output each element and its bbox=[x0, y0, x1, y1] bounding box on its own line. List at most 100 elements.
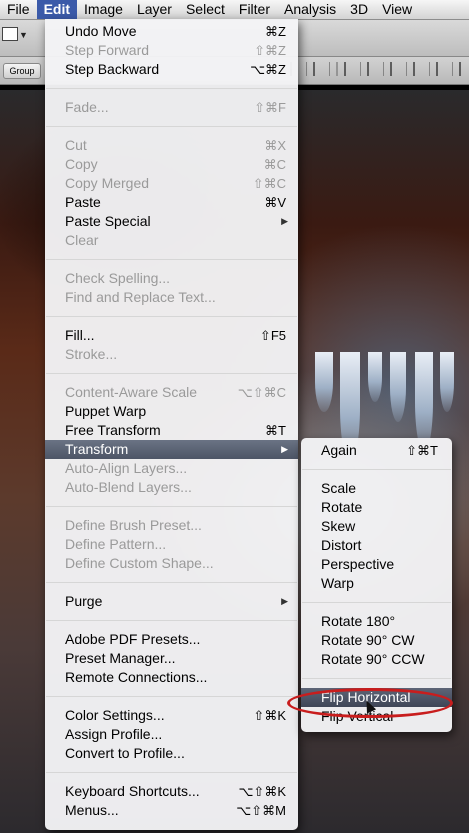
submenu-item-perspective[interactable]: Perspective bbox=[301, 555, 452, 574]
menu-item-label: Puppet Warp bbox=[65, 403, 147, 419]
align-vcenter-icon[interactable] bbox=[313, 62, 330, 76]
menu-item-label: Check Spelling... bbox=[65, 270, 171, 286]
icicle bbox=[415, 352, 433, 452]
shortcut: ⌥⇧⌘C bbox=[237, 385, 286, 400]
menu-item-color-settings[interactable]: Color Settings... ⇧⌘K bbox=[45, 706, 298, 725]
menu-separator bbox=[46, 582, 297, 583]
menu-separator bbox=[302, 469, 451, 470]
menu-item-content-aware-scale: Content-Aware Scale ⌥⇧⌘C bbox=[45, 383, 298, 402]
icicle bbox=[390, 352, 406, 422]
menu-item-copy: Copy ⌘C bbox=[45, 155, 298, 174]
shortcut: ⌥⇧⌘K bbox=[238, 784, 286, 799]
menu-item-label: Auto-Align Layers... bbox=[65, 460, 188, 476]
menu-item-label: Clear bbox=[65, 232, 99, 248]
menu-item-label: Distort bbox=[321, 537, 362, 553]
menu-item-remote-connections[interactable]: Remote Connections... bbox=[45, 668, 298, 687]
menu-item-free-transform[interactable]: Free Transform ⌘T bbox=[45, 421, 298, 440]
menu-item-assign-profile[interactable]: Assign Profile... bbox=[45, 725, 298, 744]
menu-item-label: Define Brush Preset... bbox=[65, 517, 202, 533]
menu-image[interactable]: Image bbox=[77, 0, 130, 19]
menu-item-undo-move[interactable]: Undo Move ⌘Z bbox=[45, 22, 298, 41]
menu-item-label: Content-Aware Scale bbox=[65, 384, 198, 400]
menu-item-label: Rotate bbox=[321, 499, 363, 515]
menu-separator bbox=[46, 696, 297, 697]
distribute-bottom-icon[interactable] bbox=[390, 62, 407, 76]
distribute-right-icon[interactable] bbox=[459, 62, 469, 76]
menu-item-purge[interactable]: Purge ▶ bbox=[45, 592, 298, 611]
submenu-arrow-icon: ▶ bbox=[281, 216, 288, 226]
submenu-item-rotate-90-cw[interactable]: Rotate 90° CW bbox=[301, 631, 452, 650]
menu-item-auto-blend: Auto-Blend Layers... bbox=[45, 478, 298, 497]
menu-item-label: Paste bbox=[65, 194, 101, 210]
menu-item-pdf-presets[interactable]: Adobe PDF Presets... bbox=[45, 630, 298, 649]
menu-item-label: Menus... bbox=[65, 802, 119, 818]
menu-item-label: Fill... bbox=[65, 327, 95, 343]
menu-separator bbox=[46, 259, 297, 260]
menu-item-label: Rotate 180° bbox=[321, 613, 396, 629]
distribute-vcenter-icon[interactable] bbox=[367, 62, 384, 76]
menu-file[interactable]: File bbox=[0, 0, 37, 19]
menu-select[interactable]: Select bbox=[179, 0, 232, 19]
menu-separator bbox=[302, 602, 451, 603]
menu-item-step-backward[interactable]: Step Backward ⌥⌘Z bbox=[45, 60, 298, 79]
submenu-item-skew[interactable]: Skew bbox=[301, 517, 452, 536]
menu-item-label: Define Pattern... bbox=[65, 536, 167, 552]
menu-item-label: Paste Special bbox=[65, 213, 151, 229]
menu-item-label: Fade... bbox=[65, 99, 109, 115]
icicle bbox=[315, 352, 333, 412]
menu-item-label: Free Transform bbox=[65, 422, 161, 438]
chevron-down-icon[interactable]: ▼ bbox=[19, 30, 28, 40]
submenu-item-distort[interactable]: Distort bbox=[301, 536, 452, 555]
menu-separator bbox=[46, 373, 297, 374]
shortcut: ⌘C bbox=[263, 157, 286, 172]
menu-item-label: Convert to Profile... bbox=[65, 745, 185, 761]
menu-analysis[interactable]: Analysis bbox=[277, 0, 343, 19]
submenu-item-again[interactable]: Again ⇧⌘T bbox=[301, 441, 452, 460]
submenu-item-scale[interactable]: Scale bbox=[301, 479, 452, 498]
shortcut: ⇧⌘C bbox=[252, 176, 286, 191]
menu-item-label: Rotate 90° CCW bbox=[321, 651, 425, 667]
menu-item-preset-manager[interactable]: Preset Manager... bbox=[45, 649, 298, 668]
menu-item-label: Remote Connections... bbox=[65, 669, 208, 685]
submenu-arrow-icon: ▶ bbox=[281, 444, 288, 454]
submenu-item-rotate[interactable]: Rotate bbox=[301, 498, 452, 517]
icicle bbox=[368, 352, 382, 402]
edit-menu: Undo Move ⌘Z Step Forward ⇧⌘Z Step Backw… bbox=[45, 19, 298, 830]
menu-item-label: Adobe PDF Presets... bbox=[65, 631, 201, 647]
menu-item-menus[interactable]: Menus... ⌥⇧⌘M bbox=[45, 801, 298, 820]
menu-item-fade: Fade... ⇧⌘F bbox=[45, 98, 298, 117]
menu-item-transform[interactable]: Transform ▶ bbox=[45, 440, 298, 459]
menu-item-label: Define Custom Shape... bbox=[65, 555, 214, 571]
menu-item-convert-profile[interactable]: Convert to Profile... bbox=[45, 744, 298, 763]
menu-item-paste[interactable]: Paste ⌘V bbox=[45, 193, 298, 212]
submenu-item-warp[interactable]: Warp bbox=[301, 574, 452, 593]
submenu-item-rotate-90-ccw[interactable]: Rotate 90° CCW bbox=[301, 650, 452, 669]
menu-item-paste-special[interactable]: Paste Special ▶ bbox=[45, 212, 298, 231]
menu-item-label: Copy Merged bbox=[65, 175, 150, 191]
menu-item-puppet-warp[interactable]: Puppet Warp bbox=[45, 402, 298, 421]
menu-item-label: Skew bbox=[321, 518, 356, 534]
menu-item-label: Transform bbox=[65, 441, 129, 457]
distribute-top-icon[interactable] bbox=[344, 62, 361, 76]
menu-item-label: Preset Manager... bbox=[65, 650, 176, 666]
tool-preset-icon[interactable] bbox=[2, 27, 18, 41]
menu-item-label: Perspective bbox=[321, 556, 395, 572]
menu-item-copy-merged: Copy Merged ⇧⌘C bbox=[45, 174, 298, 193]
menu-filter[interactable]: Filter bbox=[232, 0, 277, 19]
distribute-hcenter-icon[interactable] bbox=[436, 62, 453, 76]
menu-item-label: Step Backward bbox=[65, 61, 160, 77]
menu-item-fill[interactable]: Fill... ⇧F5 bbox=[45, 326, 298, 345]
menu-3d[interactable]: 3D bbox=[343, 0, 375, 19]
shortcut: ⌘V bbox=[264, 195, 286, 210]
submenu-item-rotate-180[interactable]: Rotate 180° bbox=[301, 612, 452, 631]
menu-view[interactable]: View bbox=[375, 0, 419, 19]
menu-layer[interactable]: Layer bbox=[130, 0, 179, 19]
group-select[interactable]: Group bbox=[3, 63, 41, 79]
menu-item-label: Assign Profile... bbox=[65, 726, 163, 742]
menu-item-keyboard-shortcuts[interactable]: Keyboard Shortcuts... ⌥⇧⌘K bbox=[45, 782, 298, 801]
menu-edit[interactable]: Edit bbox=[36, 0, 78, 19]
menu-item-label: Step Forward bbox=[65, 42, 150, 58]
align-icons-group bbox=[290, 62, 469, 76]
shortcut: ⌘X bbox=[264, 138, 286, 153]
distribute-left-icon[interactable] bbox=[413, 62, 430, 76]
